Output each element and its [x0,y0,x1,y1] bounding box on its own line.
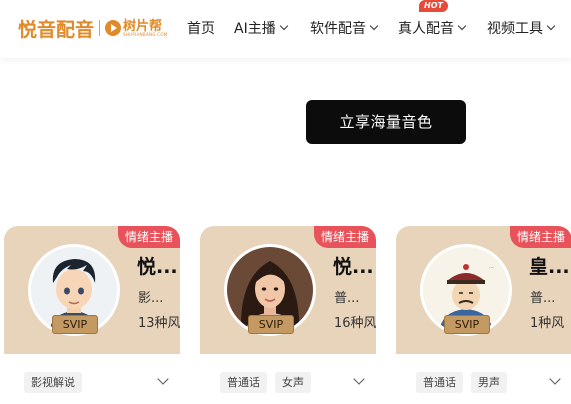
play-icon [105,20,122,36]
voice-style-count: 1种风 [530,316,565,331]
tag: 女声 [275,372,311,393]
chevron-down-icon [546,21,556,31]
top-navigation-bar: 悦音配音 树片帮 SHUPIANBANG.COM 首页 AI主播 软件配音 HO… [0,0,571,58]
cta-button[interactable]: 立享海量音色 [306,100,466,144]
voice-category: 普... [334,291,360,306]
nav-item-label: AI主播 [234,21,276,37]
card-text-area: 悦... 影... 13种风 [4,226,180,354]
tag: 男声 [471,372,507,393]
card-text-area: 皇... 普... 1种风 [396,226,571,354]
chevron-down-icon [457,21,467,31]
card-text-area: 悦... 普... 16种风 [200,226,376,354]
nav-item-label: 视频工具 [487,21,543,37]
voice-category: 影... [138,291,164,306]
chevron-down-icon [279,21,288,31]
tag: 普通话 [416,372,463,393]
nav-item-software-dubbing[interactable]: 软件配音 [310,18,379,38]
chevron-down-icon[interactable] [352,374,366,388]
voice-name: 皇... [529,256,570,278]
partner-logo-text: 树片帮 [123,18,163,34]
nav-item-home[interactable]: 首页 [187,18,215,38]
voice-category: 普... [530,291,556,306]
tag-list: 普通话 女声 [220,372,311,393]
voice-style-count: 13种风 [138,316,180,331]
nav-item-label: 真人配音 [398,21,454,37]
tag: 普通话 [220,372,267,393]
voice-card[interactable]: 情绪主播 ··· SVIP 皇... 普... 1种风 普通话 男声 [396,226,571,404]
partner-logo: 树片帮 SHUPIANBANG.COM [105,20,168,37]
chevron-down-icon[interactable] [156,374,170,388]
voice-name: 悦... [333,256,374,278]
nav-item-label: 软件配音 [310,21,366,37]
tag-list: 普通话 男声 [416,372,507,393]
tag-list: 影视解说 [24,372,82,393]
nav-item-ai-anchor[interactable]: AI主播 [234,18,288,38]
voice-card[interactable]: 情绪主播 SVIP 悦... 影... 13种风 影视解说 [4,226,180,404]
nav-item-label: 首页 [187,21,215,37]
nav-item-human-dubbing[interactable]: 真人配音 [398,18,467,38]
voice-card[interactable]: 情绪主播 SVIP 悦... 普... 16种风 普通话 女声 [200,226,376,404]
logo-main-text: 悦音配音 [18,18,95,41]
brand-logo[interactable]: 悦音配音 树片帮 SHUPIANBANG.COM [18,14,168,42]
logo-divider [99,20,101,36]
partner-logo-domain: SHUPIANBANG.COM [123,31,168,37]
tag: 影视解说 [24,372,82,393]
voice-name: 悦... [137,256,178,278]
hot-badge: HOT [419,0,448,12]
chevron-down-icon[interactable] [548,374,562,388]
nav-item-video-tools[interactable]: 视频工具 [487,18,556,38]
voice-style-count: 16种风 [334,316,376,331]
chevron-down-icon [369,21,379,31]
